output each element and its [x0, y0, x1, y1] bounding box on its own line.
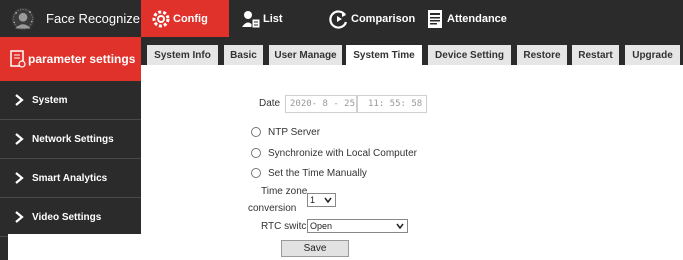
sidebar-item-label: Video Settings [32, 211, 102, 223]
timezone-select-value: 1 [310, 195, 316, 205]
radio-ntp-server-label: NTP Server [268, 127, 321, 138]
compare-icon [329, 9, 348, 29]
tab-system-time[interactable]: System Time [346, 45, 422, 65]
rtc-switch-select-value: Open [310, 221, 333, 231]
tab-label: System Time [353, 49, 415, 61]
timezone-label-line2: conversion [248, 203, 297, 214]
sidebar: parameter settings System Network Settin… [0, 37, 141, 260]
app-title: Face Recognize [46, 11, 140, 26]
nav-comparison-label: Comparison [351, 12, 416, 25]
chevron-down-icon [396, 223, 404, 230]
tab-label: Restore [523, 49, 561, 61]
tab-restore[interactable]: Restore [517, 45, 567, 65]
time-input[interactable]: 11: 55: 58 [357, 95, 427, 113]
radio-manual[interactable] [251, 168, 261, 178]
tab-label: Device Setting [435, 49, 504, 61]
sidebar-header[interactable]: parameter settings [0, 37, 141, 81]
tab-restart[interactable]: Restart [572, 45, 619, 65]
tab-device-setting[interactable]: Device Setting [428, 45, 511, 65]
radio-sync-local-label: Synchronize with Local Computer [268, 148, 417, 159]
nav-comparison[interactable]: Comparison [329, 0, 415, 37]
document-icon [428, 9, 442, 28]
tab-label: Basic [230, 49, 257, 61]
tab-user-manage[interactable]: User Manage [269, 45, 342, 65]
save-button[interactable]: Save [281, 240, 349, 257]
timezone-label: Time zone [261, 186, 308, 197]
gear-icon [152, 10, 170, 27]
date-input[interactable]: 2020- 8 - 25 [285, 95, 357, 113]
settings-document-icon [10, 50, 26, 68]
tab-system-info[interactable]: System Info [147, 45, 218, 65]
nav-config-label: Config [173, 12, 208, 25]
chevron-down-icon [324, 197, 332, 204]
brand: Face Recognize [0, 0, 140, 37]
sidebar-header-label: parameter settings [28, 52, 136, 66]
nav-attendance-label: Attendance [447, 12, 507, 25]
timezone-select[interactable]: 1 [307, 193, 336, 207]
sidebar-footer-area [8, 234, 141, 260]
rtc-switch-select[interactable]: Open [307, 219, 408, 233]
chevron-right-icon [15, 94, 24, 106]
nav-attendance[interactable]: Attendance [425, 0, 507, 37]
face-logo-icon [11, 7, 35, 30]
nav-list-label: List [263, 12, 283, 25]
chevron-right-icon [15, 133, 24, 145]
radio-sync-local[interactable] [251, 148, 261, 158]
date-label: Date [259, 98, 281, 109]
sidebar-item-system[interactable]: System [0, 81, 141, 120]
tab-label: Restart [578, 49, 613, 61]
tab-bar: System Info Basic User Manage System Tim… [141, 37, 683, 65]
sidebar-item-smart-analytics[interactable]: Smart Analytics [0, 159, 141, 198]
radio-ntp-server[interactable] [251, 127, 261, 137]
tab-upgrade[interactable]: Upgrade [625, 45, 680, 65]
nav-config[interactable]: Config [141, 0, 229, 37]
sidebar-item-network-settings[interactable]: Network Settings [0, 120, 141, 159]
rtc-switch-label: RTC switch [261, 221, 312, 232]
radio-manual-label: Set the Time Manually [268, 168, 367, 179]
nav-list[interactable]: List [241, 0, 283, 37]
tab-label: User Manage [274, 49, 337, 61]
sidebar-item-label: Network Settings [32, 133, 114, 145]
tab-label: System Info [154, 49, 211, 61]
chevron-right-icon [15, 211, 24, 223]
user-list-icon [242, 10, 261, 28]
sidebar-item-label: System [32, 94, 68, 106]
tab-label: Upgrade [632, 49, 673, 61]
chevron-right-icon [15, 172, 24, 184]
sidebar-item-video-settings[interactable]: Video Settings [0, 198, 141, 237]
top-bar: Face Recognize Config List Comparison At… [0, 0, 683, 37]
tab-basic[interactable]: Basic [224, 45, 263, 65]
sidebar-item-label: Smart Analytics [32, 172, 108, 184]
